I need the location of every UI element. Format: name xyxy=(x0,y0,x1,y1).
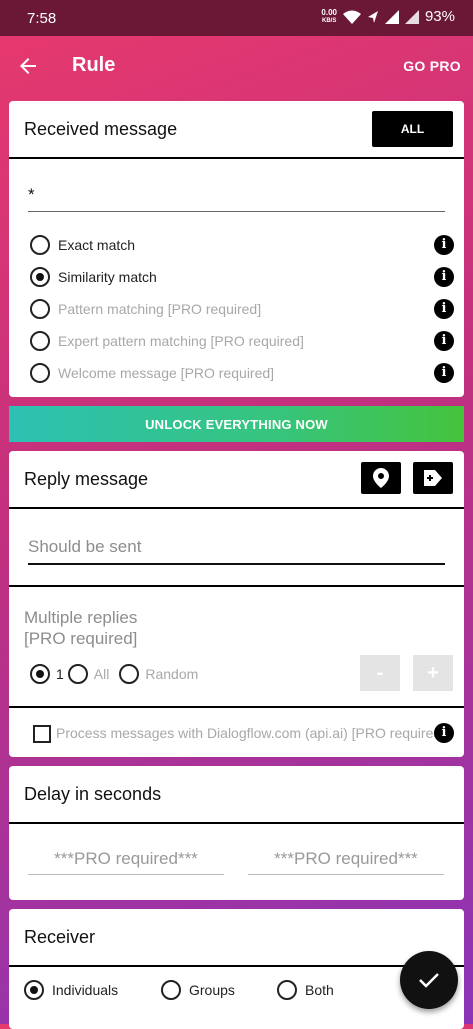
radio-welcome-message[interactable]: Welcome message [PRO required] xyxy=(30,362,274,384)
reply-message-placeholder: Should be sent xyxy=(28,537,142,556)
radio-label-all: All xyxy=(93,666,110,682)
reply-count-options: 1 All Random xyxy=(30,663,198,685)
go-pro-button[interactable]: GO PRO xyxy=(403,58,461,74)
radio-circle xyxy=(30,363,50,383)
info-icon[interactable]: i xyxy=(434,363,454,383)
signal-icon xyxy=(384,9,399,24)
radio-label: Groups xyxy=(189,982,235,998)
radio-circle xyxy=(30,235,50,255)
radio-circle xyxy=(24,980,44,1000)
delay-field-1-placeholder: ***PRO required*** xyxy=(54,849,198,868)
reply-message-card: Reply message Should be sent Multiple re… xyxy=(9,451,464,757)
radio-label-1: 1 xyxy=(56,666,64,682)
location-icon xyxy=(367,10,378,23)
tag-add-icon xyxy=(424,470,442,486)
info-icon[interactable]: i xyxy=(434,299,454,319)
delay-header: Delay in seconds xyxy=(9,766,464,824)
radio-circle xyxy=(30,299,50,319)
battery-percent: 93% xyxy=(424,8,455,25)
radio-expert-pattern-matching[interactable]: Expert pattern matching [PRO required] xyxy=(30,330,304,352)
delay-card: Delay in seconds ***PRO required*** ***P… xyxy=(9,766,464,900)
save-fab-button[interactable] xyxy=(400,951,458,1009)
reply-message-header: Reply message xyxy=(9,451,464,509)
info-icon[interactable]: i xyxy=(434,331,454,351)
all-button[interactable]: ALL xyxy=(372,111,453,147)
status-time: 7:58 xyxy=(27,10,57,27)
radio-both[interactable]: Both xyxy=(277,979,334,1001)
multiple-replies-pro: [PRO required] xyxy=(24,629,138,648)
received-message-header: Received message ALL xyxy=(9,101,464,159)
received-message-title: Received message xyxy=(24,119,178,139)
multiple-replies-label: Multiple replies [PRO required] xyxy=(24,607,137,649)
reply-message-input[interactable]: Should be sent xyxy=(28,531,445,565)
divider xyxy=(9,706,464,708)
insert-location-button[interactable] xyxy=(361,462,401,494)
radio-circle[interactable] xyxy=(67,664,88,684)
radio-label: Similarity match xyxy=(58,269,157,285)
receiver-card: Receiver Individuals Groups Both xyxy=(9,909,464,1029)
radio-circle[interactable] xyxy=(30,664,50,684)
receiver-title: Receiver xyxy=(24,927,96,947)
divider xyxy=(9,585,464,587)
radio-circle[interactable] xyxy=(119,664,140,684)
reply-stepper: - + xyxy=(360,655,454,691)
radio-similarity-match[interactable]: Similarity match xyxy=(30,266,157,288)
radio-label: Welcome message [PRO required] xyxy=(58,365,275,381)
add-tag-button[interactable] xyxy=(413,462,453,494)
received-message-input[interactable]: * xyxy=(28,181,445,212)
reply-message-title: Reply message xyxy=(24,469,149,489)
net-speed-unit: KB/S xyxy=(322,17,337,24)
info-icon[interactable]: i xyxy=(434,267,454,287)
status-icons: 0.00 KB/S 93% xyxy=(321,8,455,25)
radio-label: Individuals xyxy=(52,982,119,998)
radio-label-random: Random xyxy=(145,666,199,682)
delay-field-2-placeholder: ***PRO required*** xyxy=(274,849,418,868)
info-icon[interactable]: i xyxy=(434,723,454,743)
unlock-everything-button[interactable]: UNLOCK EVERYTHING NOW xyxy=(9,406,464,442)
radio-individuals[interactable]: Individuals xyxy=(24,979,118,1001)
back-arrow-icon[interactable] xyxy=(16,54,40,78)
radio-groups[interactable]: Groups xyxy=(161,979,235,1001)
radio-label: Pattern matching [PRO required] xyxy=(58,301,262,317)
radio-circle xyxy=(161,980,181,1000)
radio-exact-match[interactable]: Exact match xyxy=(30,234,135,256)
radio-label: Expert pattern matching [PRO required] xyxy=(58,333,304,349)
received-message-card: Received message ALL * Exact match i Sim… xyxy=(9,101,464,397)
wifi-icon xyxy=(342,10,361,24)
radio-label: Both xyxy=(305,982,334,998)
plus-button[interactable]: + xyxy=(413,655,453,691)
minus-button[interactable]: - xyxy=(360,655,400,691)
delay-title: Delay in seconds xyxy=(24,784,162,804)
location-pin-icon xyxy=(373,468,389,488)
received-message-value: * xyxy=(28,185,35,204)
radio-label: Exact match xyxy=(58,237,136,253)
delay-field-1[interactable]: ***PRO required*** xyxy=(28,842,224,875)
dialogflow-checkbox[interactable] xyxy=(33,725,51,743)
signal-icon-2 xyxy=(404,9,419,24)
dialogflow-label: Process messages with Dialogflow.com (ap… xyxy=(56,725,436,741)
check-icon xyxy=(419,973,439,988)
app-bar: Rule GO PRO xyxy=(0,36,473,96)
radio-pattern-matching[interactable]: Pattern matching [PRO required] xyxy=(30,298,261,320)
delay-field-2[interactable]: ***PRO required*** xyxy=(248,842,444,875)
net-speed: 0.00 KB/S xyxy=(321,7,337,25)
radio-circle xyxy=(30,267,50,287)
net-speed-value: 0.00 xyxy=(321,7,337,17)
radio-circle xyxy=(30,331,50,351)
status-bar: 7:58 0.00 KB/S 93% xyxy=(0,0,473,36)
info-icon[interactable]: i xyxy=(434,235,454,255)
receiver-header: Receiver xyxy=(9,909,464,967)
multiple-replies-title: Multiple replies xyxy=(24,608,138,627)
radio-circle xyxy=(277,980,297,1000)
page-title: Rule xyxy=(72,54,116,76)
